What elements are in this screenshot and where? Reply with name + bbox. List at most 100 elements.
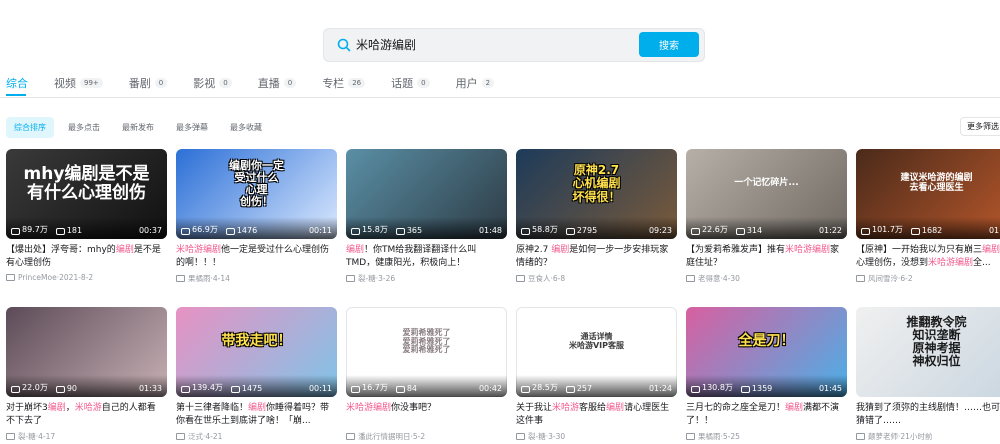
video-card[interactable]: 爱莉希雅死了 爱莉希雅死了 爱莉希雅死了 16.7万 84 00:42 米哈游编剧你没事…	[346, 307, 507, 442]
video-card[interactable]: 15.8万 365 01:48 编剧！你TM给我翻译翻译什么叫TMD，健康阳光，积极向…	[346, 149, 507, 284]
video-card[interactable]: 带我走吧！ 139.4万 1475 00:11 第十三律者降临！编剧你睡得着吗？带你看在…	[176, 307, 337, 442]
danmaku-count: 1475	[241, 384, 263, 393]
video-thumbnail[interactable]: 15.8万 365 01:48	[346, 149, 507, 239]
uploader-name[interactable]: 老得意	[698, 273, 721, 284]
video-title[interactable]: 关于我让米哈游客服给编剧请心理医生这件事	[516, 402, 672, 428]
search-button[interactable]: 搜索	[639, 32, 699, 57]
video-thumbnail[interactable]: 推翻教令院 知识垄断 原神考据 神权归位	[856, 307, 1000, 397]
play-count: 66.9万	[192, 225, 218, 234]
video-meta: 裂-糖 · 3-30	[516, 431, 677, 442]
danmaku-icon	[735, 228, 745, 235]
video-duration: 01:33	[138, 384, 162, 393]
video-thumbnail[interactable]: 一个记忆碎片... 22.6万 314 01:22	[686, 149, 847, 239]
uploader-name[interactable]: 果橘雨	[188, 273, 211, 284]
video-card[interactable]: 原神2.7 心机编剧 坏得很！ 58.8万 2795 09:23 原神2.7 编剧是如何…	[516, 149, 677, 284]
sort-option[interactable]: 最多弹幕	[168, 117, 216, 138]
tab-count-badge: 0	[154, 78, 168, 88]
video-title[interactable]: 【为爱莉希雅发声】推有米哈游编剧家庭住址？	[686, 244, 842, 270]
title-keyword-highlight: 米哈游编剧	[346, 403, 392, 413]
sort-option[interactable]: 综合排序	[6, 117, 54, 138]
video-card[interactable]: 建议米哈游的编剧 去看心理医生 101.7万 1682 01:00 【原神】一开始我以为…	[856, 149, 1000, 284]
play-count: 16.7万	[362, 383, 388, 392]
video-title[interactable]: 原神2.7 编剧是如何一步一步安排玩家情绪的？	[516, 244, 672, 270]
sort-option[interactable]: 最多收藏	[222, 117, 270, 138]
title-keyword-highlight: 米哈游编剧	[928, 258, 974, 268]
play-count-icon	[351, 386, 360, 393]
video-duration: 00:11	[308, 226, 332, 235]
tab-5[interactable]: 专栏 26	[322, 76, 366, 90]
upload-date: 21小时前	[900, 432, 933, 441]
upload-date: 3-30	[548, 432, 566, 441]
uploader-name[interactable]: 裂-糖	[528, 431, 546, 442]
video-thumbnail[interactable]: 编剧你一定 受过什么 心理 创伤！ 66.9万 1476 00:11	[176, 149, 337, 239]
tab-6[interactable]: 话题 0	[391, 76, 430, 90]
title-text: 原神2.7	[516, 245, 552, 255]
video-title[interactable]: 米哈游编剧你没事吧？	[346, 402, 502, 428]
video-title[interactable]: 第十三律者降临！编剧你睡得着吗？带你看在世乐土到底讲了啥！「崩...	[176, 402, 332, 428]
title-keyword-highlight: 编剧	[982, 245, 1000, 255]
uploader-icon	[176, 275, 185, 282]
tab-4[interactable]: 直播 0	[258, 76, 297, 90]
play-count: 130.8万	[702, 383, 733, 392]
video-meta: 颠萝老师 · 21小时前	[856, 431, 1000, 442]
video-thumbnail[interactable]: 全是刀！ 130.8万 1359 01:45	[686, 307, 847, 397]
uploader-name[interactable]: 豆食人	[528, 273, 551, 284]
video-title[interactable]: 我猜到了须弥的主线剧情！……也可能猜错了……	[856, 402, 1000, 428]
tab-2[interactable]: 番剧 0	[129, 76, 168, 90]
video-title[interactable]: 编剧！你TM给我翻译翻译什么叫TMD，健康阳光，积极向上！	[346, 244, 502, 270]
video-meta: 泛式 · 4-21	[176, 431, 337, 442]
title-keyword-highlight: 编剧	[248, 403, 267, 413]
video-title[interactable]: 【爆出处】浮夸哥：mhy的编剧是不是有心理创伤	[6, 244, 162, 270]
video-stats-bar: 101.7万 1682 01:00	[856, 217, 1000, 239]
upload-date: 4-14	[212, 274, 230, 283]
tab-1[interactable]: 视频 99+	[54, 76, 103, 90]
sort-option[interactable]: 最多点击	[60, 117, 108, 138]
video-card[interactable]: 编剧你一定 受过什么 心理 创伤！ 66.9万 1476 00:11 米哈游编剧他一定是…	[176, 149, 337, 284]
search-tabs: 综合 视频 99+ 番剧 0 影视 0 直播 0 专栏 26 话题 0 用户 2	[6, 76, 520, 96]
title-text: 全...	[973, 258, 991, 268]
tab-3[interactable]: 影视 0	[193, 76, 232, 90]
tab-7[interactable]: 用户 2	[456, 76, 495, 90]
uploader-name[interactable]: 风间雪泠	[868, 273, 898, 284]
video-thumbnail[interactable]: 通话详情 米哈游VIP客服 28.5万 257 01:24	[516, 307, 677, 397]
title-text: 【为爱莉希雅发声】推有	[686, 245, 786, 255]
play-count-icon	[521, 386, 530, 393]
video-card[interactable]: 全是刀！ 130.8万 1359 01:45 三月七的命之座全是刀！编剧满都不演了！！ 果…	[686, 307, 847, 442]
thumbnail-caption: 爱莉希雅死了 爱莉希雅死了 爱莉希雅死了	[402, 327, 451, 355]
video-thumbnail[interactable]: 22.0万 90 01:33	[6, 307, 167, 397]
video-card[interactable]: mhy编剧是不是 有什么心理创伤 89.7万 181 00:37 【爆出处】浮夸哥：mh…	[6, 149, 167, 282]
video-card[interactable]: 通话详情 米哈游VIP客服 28.5万 257 01:24 关于我让米哈游客服给编剧请心…	[516, 307, 677, 442]
danmaku-count: 257	[576, 384, 593, 393]
play-count-icon	[181, 228, 190, 235]
video-card[interactable]: 22.0万 90 01:33 对于崩坏3编剧，米哈游自己的人都看不下去了 裂-糖 · 4…	[6, 307, 167, 442]
video-title[interactable]: 米哈游编剧他一定是受过什么心理创伤的啊！！！	[176, 244, 332, 270]
video-thumbnail[interactable]: 带我走吧！ 139.4万 1475 00:11	[176, 307, 337, 397]
video-thumbnail[interactable]: 原神2.7 心机编剧 坏得很！ 58.8万 2795 09:23	[516, 149, 677, 239]
sort-option[interactable]: 最新发布	[114, 117, 162, 138]
uploader-name[interactable]: 裂-糖	[18, 431, 36, 442]
search-input[interactable]	[356, 34, 626, 54]
uploader-name[interactable]: PrinceMoe	[18, 273, 57, 282]
uploader-name[interactable]: 裂-糖	[358, 273, 376, 284]
video-title[interactable]: 对于崩坏3编剧，米哈游自己的人都看不下去了	[6, 402, 162, 428]
video-thumbnail[interactable]: 建议米哈游的编剧 去看心理医生 101.7万 1682 01:00	[856, 149, 1000, 239]
video-meta: 豆食人 · 6-8	[516, 273, 677, 284]
title-text: 关于我让	[516, 403, 553, 413]
uploader-name[interactable]: 泛式	[188, 431, 203, 442]
danmaku-icon	[230, 386, 240, 393]
video-card[interactable]: 推翻教令院 知识垄断 原神考据 神权归位我猜到了须弥的主线剧情！……也可能猜错了…	[856, 307, 1000, 442]
tab-0[interactable]: 综合	[6, 76, 28, 90]
video-card[interactable]: 一个记忆碎片... 22.6万 314 01:22 【为爱莉希雅发声】推有米哈游编剧家庭…	[686, 149, 847, 284]
video-thumbnail[interactable]: 爱莉希雅死了 爱莉希雅死了 爱莉希雅死了 16.7万 84 00:42	[346, 307, 507, 397]
uploader-name[interactable]: 颠萝老师	[868, 431, 898, 442]
video-thumbnail[interactable]: mhy编剧是不是 有什么心理创伤 89.7万 181 00:37	[6, 149, 167, 239]
video-title[interactable]: 【原神】一开始我以为只有崩三编剧有心理创伤，没想到米哈游编剧全...	[856, 244, 1000, 270]
more-filter-button[interactable]: 更多筛选	[960, 117, 1000, 136]
danmaku-icon	[395, 228, 405, 235]
video-title[interactable]: 三月七的命之座全是刀！编剧满都不演了！！	[686, 402, 842, 428]
video-stats-bar: 130.8万 1359 01:45	[686, 375, 847, 397]
play-count: 28.5万	[532, 383, 558, 392]
uploader-name[interactable]: 潘此行情据明日	[358, 431, 411, 442]
danmaku-count: 90	[66, 384, 77, 393]
uploader-name[interactable]: 果橘雨	[698, 431, 721, 442]
